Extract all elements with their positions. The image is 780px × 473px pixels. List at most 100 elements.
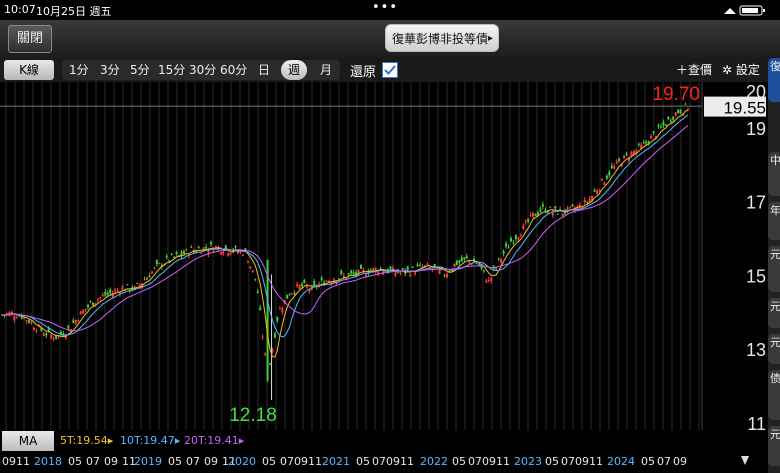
candle-body xyxy=(261,336,264,338)
kline-chart[interactable]: 20 19 17 15 13 11 19.55 19.70 12.18 xyxy=(0,82,768,430)
candle-body xyxy=(394,272,397,276)
period-5min[interactable]: 5分 xyxy=(130,60,150,80)
candle-body xyxy=(293,292,296,294)
candle-body xyxy=(625,153,628,155)
candle-body xyxy=(677,109,680,113)
candle-body xyxy=(148,275,151,278)
candle-body xyxy=(325,280,328,282)
candle-body xyxy=(114,290,117,292)
period-30min[interactable]: 30分 xyxy=(189,60,216,80)
period-1min[interactable]: 1分 xyxy=(69,60,89,80)
candle-body xyxy=(389,266,392,270)
candle-body xyxy=(414,272,417,275)
candle-body xyxy=(278,308,281,310)
query-price-button[interactable]: ＋查價 xyxy=(676,61,712,78)
side-tab[interactable]: 元 xyxy=(768,298,780,328)
candle-body xyxy=(600,178,603,181)
candle-body xyxy=(583,199,586,203)
candle-body xyxy=(502,251,505,254)
candle-body xyxy=(96,299,99,301)
candle-body xyxy=(175,252,178,255)
candle-body xyxy=(613,166,616,169)
period-3min[interactable]: 3分 xyxy=(100,60,120,80)
candle-body xyxy=(165,256,168,258)
side-tab[interactable]: 元 xyxy=(768,334,780,364)
side-tab[interactable]: 年 xyxy=(768,202,780,240)
candle-body xyxy=(305,286,308,288)
restore-checkbox[interactable] xyxy=(382,62,398,78)
x-axis-year-label: 2022 xyxy=(420,455,448,468)
x-axis-year-label: 2020 xyxy=(228,455,256,468)
candle-body xyxy=(527,218,530,222)
fund-selector[interactable]: 復華彭博非投等債 ▸ xyxy=(385,24,499,52)
candle-body xyxy=(650,135,653,139)
candle-body xyxy=(50,334,53,339)
scroll-down-icon[interactable] xyxy=(741,456,749,465)
period-week[interactable]: 週 xyxy=(281,60,307,80)
candle-body xyxy=(350,270,353,274)
close-button[interactable]: 關閉 xyxy=(8,25,52,53)
candle-body xyxy=(541,204,544,207)
side-tab-label: 中 xyxy=(770,154,780,167)
candle-body xyxy=(642,142,645,144)
candle-body xyxy=(337,278,340,280)
candle-body xyxy=(109,289,112,294)
candle-body xyxy=(155,260,158,264)
side-tab-label: 元 xyxy=(770,300,780,313)
candle-body xyxy=(652,131,655,134)
candle-body xyxy=(679,110,682,114)
period-15min[interactable]: 15分 xyxy=(158,60,185,80)
candle-body xyxy=(571,204,574,207)
side-tab[interactable]: 中 xyxy=(768,152,780,196)
candle-body xyxy=(72,320,75,323)
candle-body xyxy=(222,252,225,255)
candle-body xyxy=(512,242,515,244)
candle-body xyxy=(77,320,80,322)
settings-button[interactable]: ✲ 設定 xyxy=(722,61,760,78)
right-side-panel: 復中年元元元债元 xyxy=(768,58,780,473)
candle-body xyxy=(674,112,677,116)
restore-label: 還原 xyxy=(350,65,377,80)
candle-body xyxy=(25,320,28,322)
side-tab[interactable]: 元 xyxy=(768,246,780,292)
candle-body xyxy=(15,317,18,319)
side-tab[interactable]: 復 xyxy=(768,58,780,102)
candle-body xyxy=(438,269,441,274)
candle-body xyxy=(507,247,510,249)
x-axis-month-label: 0911 xyxy=(575,455,603,468)
side-tab-label: 元 xyxy=(770,248,780,261)
candle-body xyxy=(286,294,289,299)
status-bar: 10:07 10月25日 週五 ••• xyxy=(0,0,780,20)
candle-body xyxy=(623,155,626,159)
candle-body xyxy=(153,267,156,269)
candle-body xyxy=(136,282,139,284)
kline-button[interactable]: K線 xyxy=(4,60,54,80)
checkmark-icon xyxy=(384,65,396,75)
x-axis-month-label: 0911 xyxy=(482,455,510,468)
candle-body xyxy=(170,253,173,255)
candle-body xyxy=(497,258,500,260)
chart-toolbar: K線 1分 3分 5分 15分 30分 60分 日 週 月 還原 ＋查價 ✲ 設… xyxy=(0,58,780,82)
ma-button[interactable]: MA xyxy=(2,431,54,451)
x-axis-month-label: 07 xyxy=(468,455,482,468)
candle-body xyxy=(52,338,55,340)
candle-body xyxy=(509,238,512,242)
candle-body xyxy=(229,252,232,255)
x-axis-month-label: 05 xyxy=(68,455,82,468)
ma20-value: 20T:19.41▸ xyxy=(184,434,245,447)
candle-body xyxy=(300,283,303,286)
candle-body xyxy=(214,246,217,248)
period-60min[interactable]: 60分 xyxy=(220,60,247,80)
period-month[interactable]: 月 xyxy=(320,60,332,80)
side-tab[interactable]: 债 xyxy=(768,370,780,420)
period-day[interactable]: 日 xyxy=(258,60,270,80)
candle-body xyxy=(269,363,272,365)
candle-body xyxy=(662,121,665,126)
x-axis-month-label: 05 xyxy=(545,455,559,468)
side-tab[interactable]: 元 xyxy=(768,426,780,466)
candle-body xyxy=(340,270,343,275)
candle-body xyxy=(13,316,16,320)
candle-body xyxy=(487,279,490,281)
signal-battery-icon xyxy=(724,5,765,16)
candle-body xyxy=(667,116,670,120)
